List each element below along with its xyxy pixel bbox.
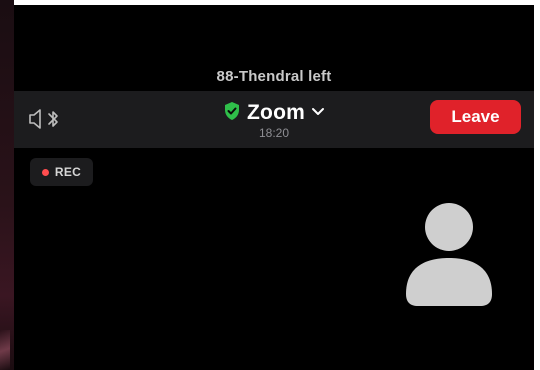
device-bezel	[0, 0, 14, 370]
recording-badge: REC	[30, 158, 93, 186]
meeting-screen: 88-Thendral left Zoom 18:20 Leave REC	[14, 5, 534, 370]
meeting-title: Zoom	[247, 101, 305, 124]
leave-button[interactable]: Leave	[430, 100, 521, 134]
meeting-top-bar: Zoom 18:20 Leave	[14, 91, 534, 148]
recording-label: REC	[54, 165, 82, 179]
chevron-down-icon[interactable]	[311, 104, 325, 122]
person-avatar-icon	[404, 202, 494, 307]
participant-left-notification: 88-Thendral left	[216, 68, 332, 85]
bezel-glint	[0, 330, 10, 370]
recording-dot-icon	[41, 168, 49, 176]
shield-check-icon	[223, 101, 241, 126]
